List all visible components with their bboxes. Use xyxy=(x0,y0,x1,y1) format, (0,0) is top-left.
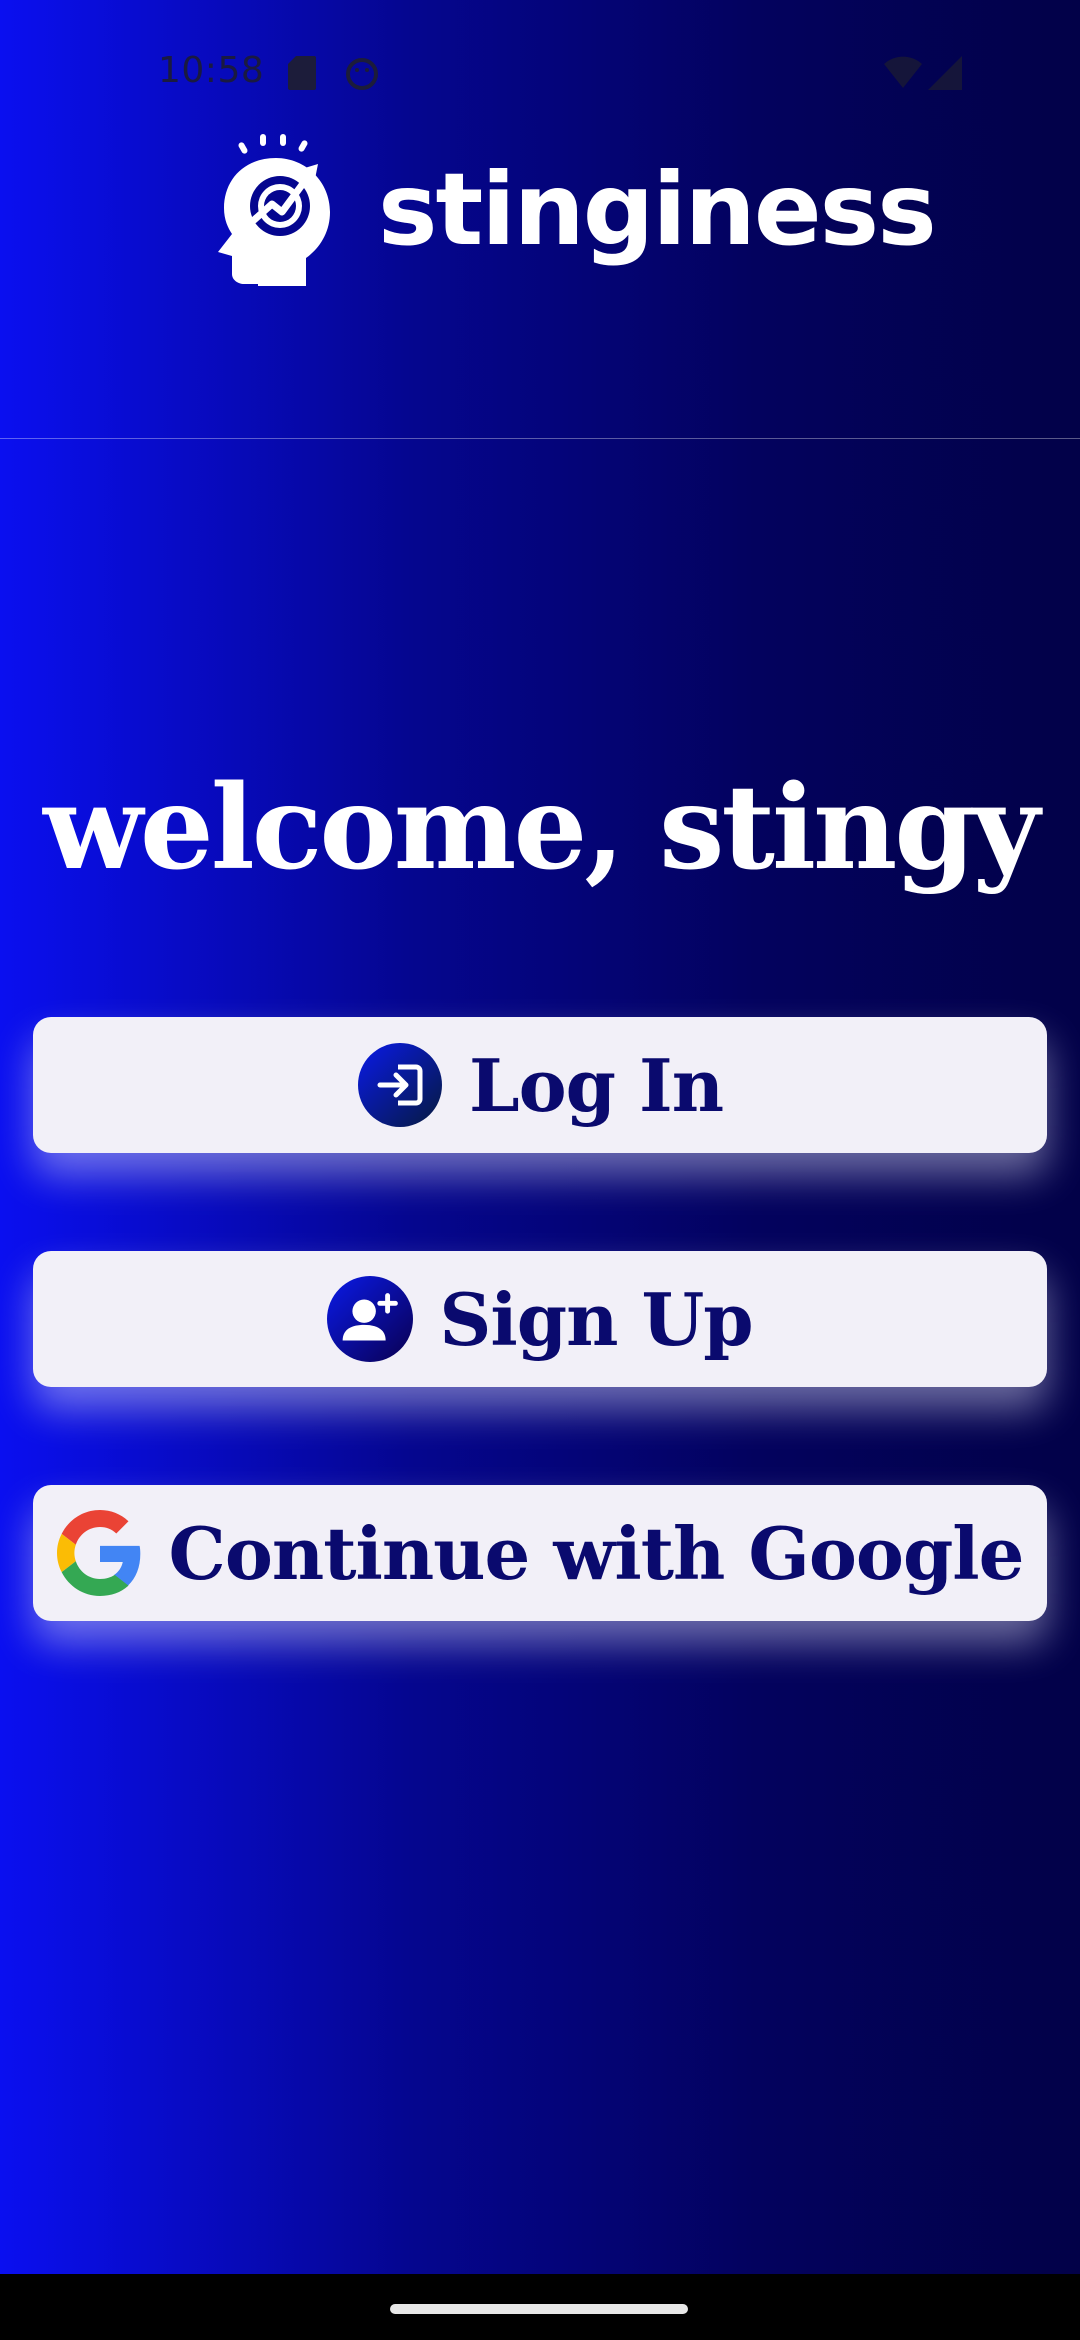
google-icon xyxy=(56,1510,143,1596)
app-logo: stinginess xyxy=(214,134,937,290)
app-header: stinginess xyxy=(0,120,1080,439)
wifi-icon xyxy=(884,56,922,92)
home-gesture-handle[interactable] xyxy=(390,2304,688,2314)
system-nav-bar xyxy=(0,2274,1080,2340)
login-label: Log In xyxy=(468,1042,724,1128)
signal-icon xyxy=(928,56,962,94)
head-growth-chart-icon xyxy=(214,134,340,290)
android-icon xyxy=(344,56,380,94)
add-user-icon xyxy=(327,1276,414,1362)
status-time: 10:58 xyxy=(158,50,265,91)
login-button[interactable]: Log In xyxy=(33,1017,1047,1153)
sd-card-icon xyxy=(288,56,316,94)
signup-button[interactable]: Sign Up xyxy=(33,1251,1047,1387)
signup-label: Sign Up xyxy=(439,1276,753,1362)
welcome-heading: welcome, stingy xyxy=(43,760,1040,896)
app-name: stinginess xyxy=(378,150,937,268)
login-icon xyxy=(357,1042,443,1128)
google-signin-button[interactable]: Continue with Google xyxy=(33,1485,1047,1621)
google-signin-label: Continue with Google xyxy=(168,1510,1025,1596)
status-bar: 10:58 xyxy=(0,0,1080,140)
login-screen: 10:58 stinginess welcome, stingy Log In … xyxy=(0,0,1080,2340)
